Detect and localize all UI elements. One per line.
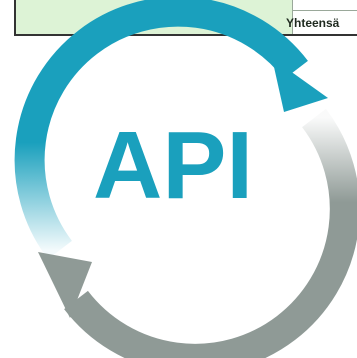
api-logo-text: API xyxy=(93,112,253,219)
api-logo: API xyxy=(14,0,357,358)
